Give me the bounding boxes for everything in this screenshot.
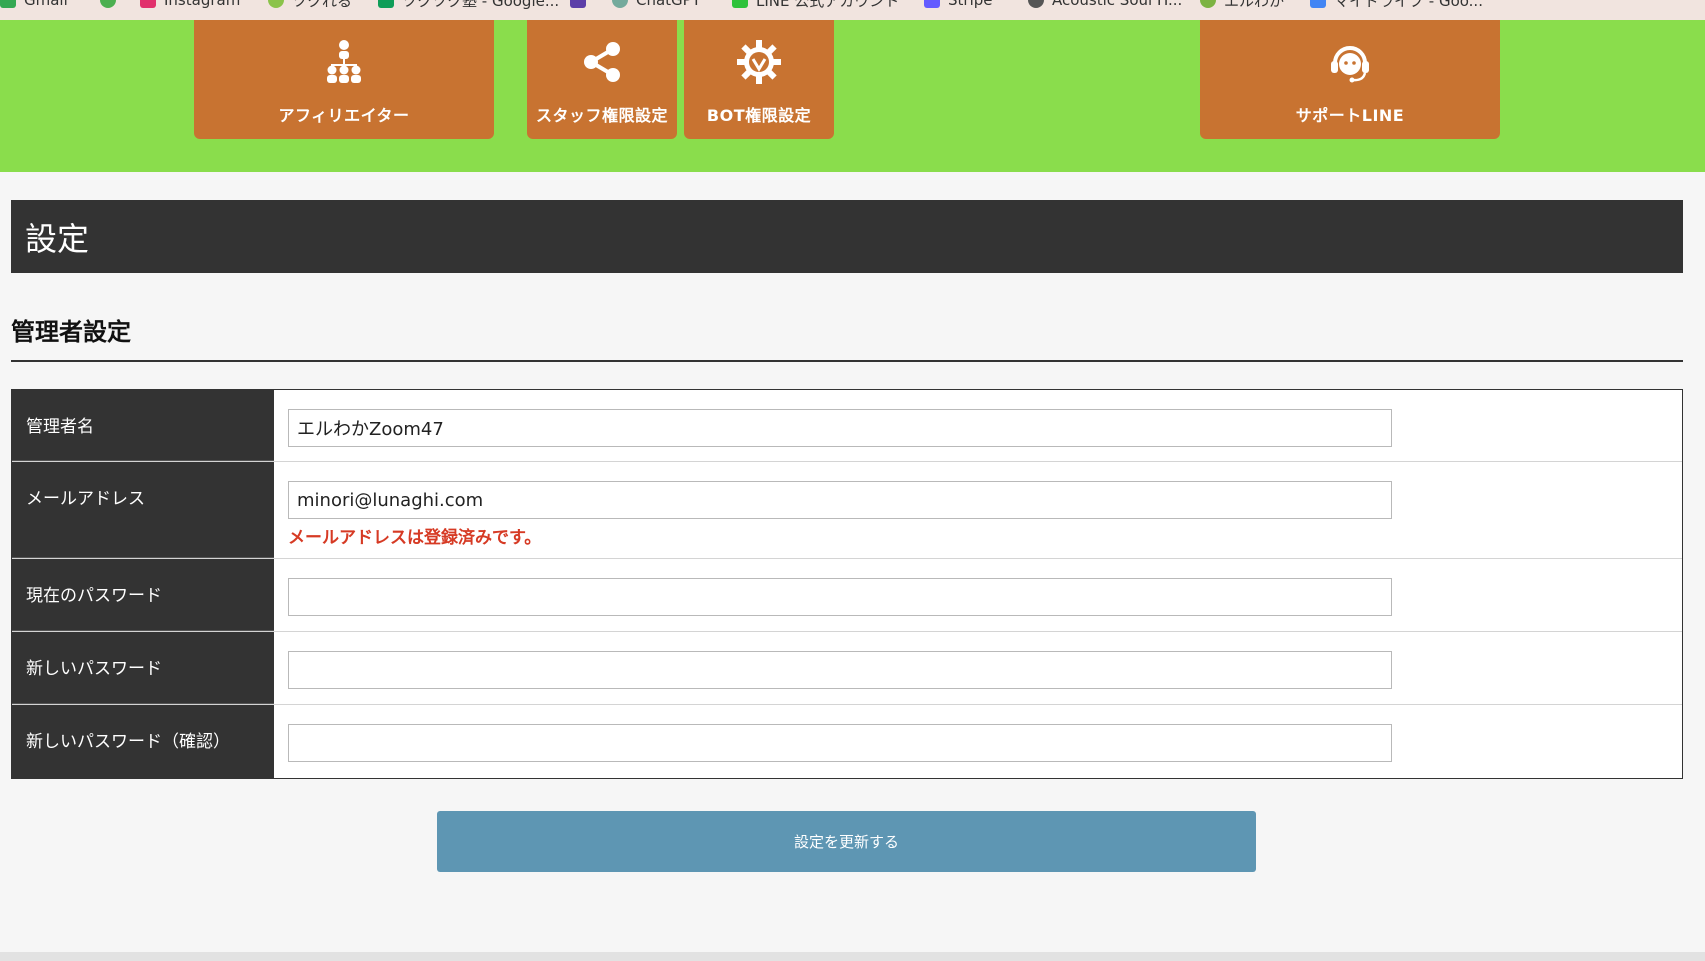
form-row-confirm-password: 新しいパスワード（確認）	[12, 705, 1682, 778]
form-row-new-password: 新しいパスワード	[12, 632, 1682, 705]
nav-tile-staff-permissions[interactable]: スタッフ権限設定	[527, 20, 677, 139]
bookmark-sheets[interactable]: ツクツク塾 - Google...	[378, 0, 559, 10]
bookmarks-bar: Gmail Instagram ツクれる ツクツク塾 - Google... C…	[0, 0, 1705, 20]
bookmark-drive[interactable]: マイドライブ - Goo...	[1310, 0, 1483, 10]
form-row-admin-name: 管理者名	[12, 390, 1682, 462]
bookmark-label: Stripe	[948, 0, 993, 9]
nav-tile-label: サポートLINE	[1295, 106, 1405, 125]
admin-settings-form: 管理者名 メールアドレス メールアドレスは登録済みです。 現在のパスワード 新し…	[11, 389, 1683, 779]
bookmark-gmail[interactable]: Gmail	[0, 0, 68, 10]
instagram-icon	[140, 0, 156, 8]
bookmark-label: Gmail	[24, 0, 68, 9]
gear-icon	[1028, 0, 1044, 8]
headset-support-icon	[1326, 38, 1374, 86]
current-password-input[interactable]	[288, 578, 1392, 616]
main-content: 設定 管理者設定 管理者名 メールアドレス メールアドレスは登録済みです。 現在…	[0, 172, 1705, 952]
form-cell	[274, 559, 1682, 631]
frog-icon	[1200, 0, 1216, 8]
bookmark-label: ツクツク塾 - Google...	[402, 0, 560, 10]
bird-icon	[268, 0, 284, 8]
new-password-input[interactable]	[288, 651, 1392, 689]
drive-icon	[1310, 0, 1326, 8]
form-label: 新しいパスワード（確認）	[12, 705, 274, 778]
form-row-current-password: 現在のパスワード	[12, 559, 1682, 632]
admin-name-input[interactable]	[288, 409, 1392, 447]
form-label: 現在のパスワード	[12, 559, 274, 631]
bot-gear-icon	[735, 38, 783, 86]
bookmark-label: ChatGPT	[636, 0, 701, 9]
circle-icon	[100, 0, 116, 8]
form-row-email: メールアドレス メールアドレスは登録済みです。	[12, 462, 1682, 559]
bookmark-elwaka[interactable]: エルわか	[1200, 0, 1284, 10]
page-header: 設定	[11, 200, 1683, 273]
form-cell	[274, 632, 1682, 704]
section-title: 管理者設定	[11, 318, 131, 346]
form-cell	[274, 705, 1682, 778]
bookmark-circle[interactable]	[100, 0, 124, 10]
nav-tile-label: スタッフ権限設定	[535, 106, 668, 125]
nav-tile-support-line[interactable]: サポートLINE	[1200, 20, 1500, 139]
sheets-icon	[378, 0, 394, 8]
email-error-message: メールアドレスは登録済みです。	[288, 528, 542, 548]
affiliate-network-icon	[320, 38, 368, 86]
form-label: メールアドレス	[12, 462, 274, 558]
bookmark-square[interactable]	[570, 0, 594, 10]
bookmark-acoustic[interactable]: Acoustic Soul H...	[1028, 0, 1182, 10]
nav-tile-label: BOT権限設定	[706, 106, 812, 125]
bookmark-stripe[interactable]: Stripe	[924, 0, 993, 10]
nav-tile-affiliate[interactable]: アフィリエイター	[194, 20, 494, 139]
stripe-icon	[924, 0, 940, 8]
bookmark-label: Acoustic Soul H...	[1052, 0, 1183, 9]
bookmark-label: エルわか	[1224, 0, 1285, 10]
bookmark-label: ツクれる	[292, 0, 353, 10]
form-label: 新しいパスワード	[12, 632, 274, 704]
section-divider	[11, 360, 1683, 362]
shield-icon	[732, 0, 748, 8]
update-settings-button[interactable]: 設定を更新する	[437, 811, 1256, 872]
nav-band: アフィリエイター スタッフ権限設定 BOT権限設定 サポートLINE	[0, 20, 1705, 172]
nav-tile-label: アフィリエイター	[278, 106, 410, 125]
share-icon	[578, 38, 626, 86]
bookmark-label: マイドライブ - Goo...	[1334, 0, 1483, 10]
bookmark-label: Instagram	[164, 0, 241, 9]
form-label: 管理者名	[12, 390, 274, 461]
bookmark-instagram[interactable]: Instagram	[140, 0, 240, 10]
bookmark-tsukureru[interactable]: ツクれる	[268, 0, 352, 10]
email-field[interactable]	[288, 481, 1392, 519]
bookmark-label: LINE 公式アカウント	[756, 0, 900, 10]
form-cell	[274, 390, 1682, 461]
page-title: 設定	[25, 219, 90, 258]
chatgpt-icon	[612, 0, 628, 8]
gmail-icon	[0, 0, 16, 8]
confirm-password-input[interactable]	[288, 724, 1392, 762]
form-cell: メールアドレスは登録済みです。	[274, 462, 1682, 558]
bottom-edge	[0, 952, 1705, 961]
bookmark-line[interactable]: LINE 公式アカウント	[732, 0, 899, 10]
nav-tile-bot-permissions[interactable]: BOT権限設定	[684, 20, 834, 139]
square-icon	[570, 0, 586, 8]
bookmark-chatgpt[interactable]: ChatGPT	[612, 0, 701, 10]
